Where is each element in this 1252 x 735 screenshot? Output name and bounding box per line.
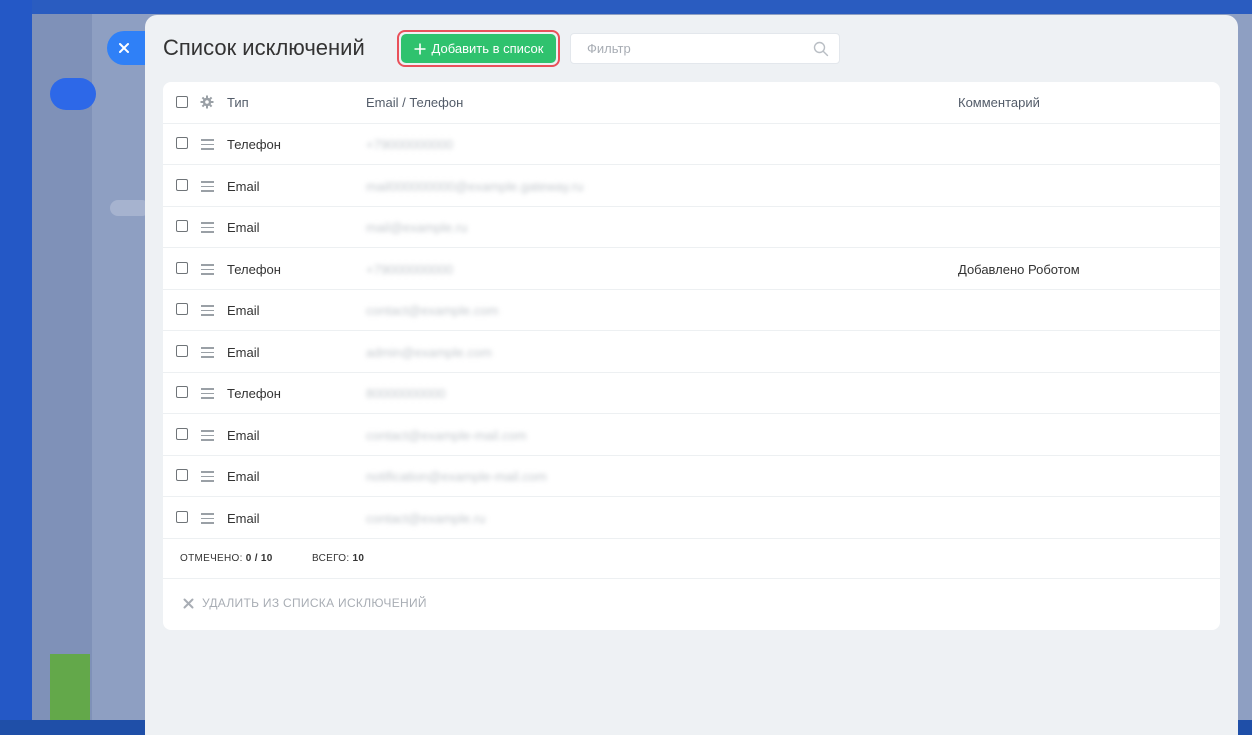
row-type: Email: [227, 469, 260, 484]
table-row[interactable]: Email notification@example-mail.com: [163, 455, 1220, 497]
row-type: Email: [227, 428, 260, 443]
row-type: Телефон: [227, 137, 281, 152]
background-menu-item: [110, 200, 150, 216]
filter-field[interactable]: [570, 33, 840, 64]
search-icon[interactable]: [813, 41, 829, 57]
table-header: Тип Email / Телефон Комментарий: [163, 82, 1220, 124]
page-title: Список исключений: [163, 35, 365, 60]
row-checkbox[interactable]: [176, 262, 188, 274]
row-value: contact@example.com: [366, 303, 499, 318]
row-type: Телефон: [227, 386, 281, 401]
row-checkbox[interactable]: [176, 303, 188, 315]
row-checkbox[interactable]: [176, 137, 188, 149]
background-sidebar: [32, 14, 92, 720]
row-checkbox[interactable]: [176, 511, 188, 523]
row-value: +79000000000: [366, 262, 454, 277]
background-thumbnail: [50, 654, 90, 720]
row-checkbox[interactable]: [176, 345, 188, 357]
drag-handle-icon[interactable]: [201, 305, 214, 316]
column-header-comment[interactable]: Комментарий: [958, 95, 1040, 110]
row-type: Телефон: [227, 262, 281, 277]
gear-icon[interactable]: [200, 95, 214, 109]
table-row[interactable]: Email mail000000000@example.gateway.ru: [163, 165, 1220, 207]
drag-handle-icon[interactable]: [201, 347, 214, 358]
table-row[interactable]: Телефон +79000000000 Добавлено Роботом: [163, 248, 1220, 290]
drag-handle-icon[interactable]: [201, 139, 214, 150]
row-comment: Добавлено Роботом: [958, 262, 1080, 277]
drag-handle-icon[interactable]: [201, 388, 214, 399]
selected-value: 0 / 10: [245, 553, 273, 564]
row-value: +79000000000: [366, 137, 454, 152]
row-checkbox[interactable]: [176, 428, 188, 440]
background-left-strip: [0, 0, 32, 720]
row-checkbox[interactable]: [176, 179, 188, 191]
background-button: [50, 78, 96, 110]
filter-input[interactable]: [585, 40, 813, 57]
table-row[interactable]: Email admin@example.com: [163, 331, 1220, 373]
column-header-type[interactable]: Тип: [227, 95, 249, 110]
row-value: notification@example-mail.com: [366, 469, 547, 484]
drag-handle-icon[interactable]: [201, 430, 214, 441]
table-stats: ОТМЕЧЕНО: 0 / 10 ВСЕГО: 10: [163, 539, 1220, 579]
row-checkbox[interactable]: [176, 469, 188, 481]
table-row[interactable]: Телефон +79000000000: [163, 123, 1220, 165]
row-value: mail000000000@example.gateway.ru: [366, 179, 584, 194]
drag-handle-icon[interactable]: [201, 513, 214, 524]
add-to-list-label: Добавить в список: [431, 41, 544, 56]
row-type: Email: [227, 345, 260, 360]
row-value: admin@example.com: [366, 345, 492, 360]
x-icon: [183, 598, 194, 608]
delete-from-list-label: УДАЛИТЬ ИЗ СПИСКА ИСКЛЮЧЕНИЙ: [202, 596, 427, 610]
row-value: contact@example-mail.com: [366, 428, 527, 443]
drag-handle-icon[interactable]: [201, 181, 214, 192]
add-to-list-button-highlight: Добавить в список: [397, 30, 560, 67]
row-checkbox[interactable]: [176, 220, 188, 232]
row-type: Email: [227, 220, 260, 235]
table-row[interactable]: Email contact@example.ru: [163, 497, 1220, 539]
total-count: ВСЕГО: 10: [312, 553, 364, 564]
selected-count: ОТМЕЧЕНО: 0 / 10: [180, 553, 273, 564]
row-checkbox[interactable]: [176, 386, 188, 398]
close-panel-button[interactable]: [107, 31, 147, 65]
table-row[interactable]: Телефон 80000000000: [163, 372, 1220, 414]
row-type: Email: [227, 179, 260, 194]
row-type: Email: [227, 511, 260, 526]
row-value: mail@example.ru: [366, 220, 468, 235]
select-all-checkbox[interactable]: [176, 96, 188, 108]
table-row[interactable]: Email mail@example.ru: [163, 206, 1220, 248]
total-label: ВСЕГО:: [312, 553, 350, 564]
close-icon: [119, 43, 129, 53]
row-type: Email: [227, 303, 260, 318]
exclusion-table-card: Тип Email / Телефон Комментарий Телефон …: [163, 82, 1220, 630]
drag-handle-icon[interactable]: [201, 264, 214, 275]
table-row[interactable]: Email contact@example-mail.com: [163, 414, 1220, 456]
plus-icon: [414, 43, 426, 54]
row-value: 80000000000: [366, 386, 446, 401]
column-header-value[interactable]: Email / Телефон: [366, 95, 463, 110]
add-to-list-button[interactable]: Добавить в список: [401, 34, 556, 63]
selected-label: ОТМЕЧЕНО:: [180, 553, 243, 564]
table-row[interactable]: Email contact@example.com: [163, 289, 1220, 331]
total-value: 10: [352, 553, 365, 564]
delete-from-list-button[interactable]: УДАЛИТЬ ИЗ СПИСКА ИСКЛЮЧЕНИЙ: [183, 596, 427, 610]
drag-handle-icon[interactable]: [201, 222, 214, 233]
row-value: contact@example.ru: [366, 511, 486, 526]
drag-handle-icon[interactable]: [201, 471, 214, 482]
